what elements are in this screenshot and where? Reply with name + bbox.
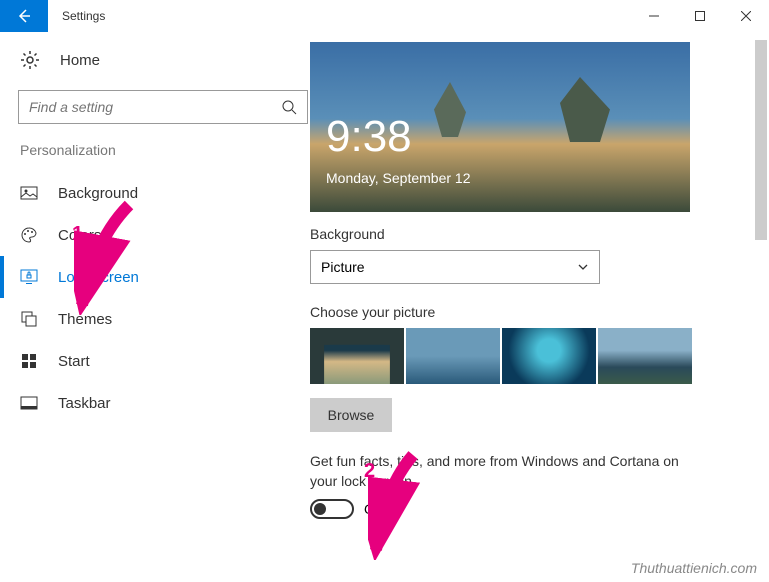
sidebar: Home Personalization Background Colors L…: [0, 32, 310, 582]
home-link[interactable]: Home: [18, 50, 292, 70]
sidebar-item-background[interactable]: Background: [0, 172, 292, 214]
minimize-icon: [649, 11, 659, 21]
chevron-down-icon: [577, 261, 589, 273]
sidebar-item-colors[interactable]: Colors: [0, 214, 292, 256]
search-icon: [281, 99, 297, 115]
back-button[interactable]: [0, 0, 48, 32]
sidebar-item-label: Colors: [58, 227, 101, 244]
background-label: Background: [310, 226, 745, 242]
category-header: Personalization: [18, 142, 292, 158]
maximize-icon: [695, 11, 705, 21]
picture-thumb[interactable]: [406, 328, 500, 384]
close-button[interactable]: [723, 0, 769, 32]
sidebar-item-label: Start: [58, 353, 90, 370]
minimize-button[interactable]: [631, 0, 677, 32]
maximize-button[interactable]: [677, 0, 723, 32]
search-input[interactable]: [29, 99, 281, 115]
picture-icon: [20, 184, 38, 202]
sidebar-item-label: Taskbar: [58, 395, 111, 412]
picture-thumb[interactable]: [502, 328, 596, 384]
watermark: Thuthuattienich.com: [631, 560, 757, 576]
scrollbar[interactable]: [755, 40, 767, 240]
sidebar-item-start[interactable]: Start: [0, 340, 292, 382]
title-bar: Settings: [0, 0, 769, 32]
sidebar-item-label: Lock screen: [58, 269, 139, 286]
main-panel: 9:38 Monday, September 12 Background Pic…: [310, 32, 769, 582]
close-icon: [741, 11, 751, 21]
arrow-left-icon: [16, 8, 32, 24]
themes-icon: [20, 310, 38, 328]
taskbar-icon: [20, 394, 38, 412]
choose-picture-label: Choose your picture: [310, 304, 745, 320]
picture-thumbnails: [310, 328, 745, 384]
gear-icon: [20, 50, 40, 70]
browse-button[interactable]: Browse: [310, 398, 392, 432]
toggle-state-label: Off: [364, 501, 382, 517]
search-box[interactable]: [18, 90, 308, 124]
start-icon: [20, 352, 38, 370]
preview-time: 9:38: [326, 112, 412, 162]
sidebar-item-label: Themes: [58, 311, 112, 328]
sidebar-item-taskbar[interactable]: Taskbar: [0, 382, 292, 424]
lock-screen-preview: 9:38 Monday, September 12: [310, 42, 690, 212]
background-dropdown[interactable]: Picture: [310, 250, 600, 284]
sidebar-item-lock-screen[interactable]: Lock screen: [0, 256, 292, 298]
palette-icon: [20, 226, 38, 244]
tips-description: Get fun facts, tips, and more from Windo…: [310, 452, 690, 491]
sidebar-item-label: Background: [58, 185, 138, 202]
preview-date: Monday, September 12: [326, 170, 471, 186]
window-title: Settings: [48, 9, 105, 23]
sidebar-item-themes[interactable]: Themes: [0, 298, 292, 340]
dropdown-value: Picture: [321, 259, 365, 275]
lock-screen-icon: [20, 268, 38, 286]
picture-thumb[interactable]: [310, 328, 404, 384]
tips-toggle[interactable]: [310, 499, 354, 519]
home-label: Home: [60, 52, 100, 69]
picture-thumb[interactable]: [598, 328, 692, 384]
